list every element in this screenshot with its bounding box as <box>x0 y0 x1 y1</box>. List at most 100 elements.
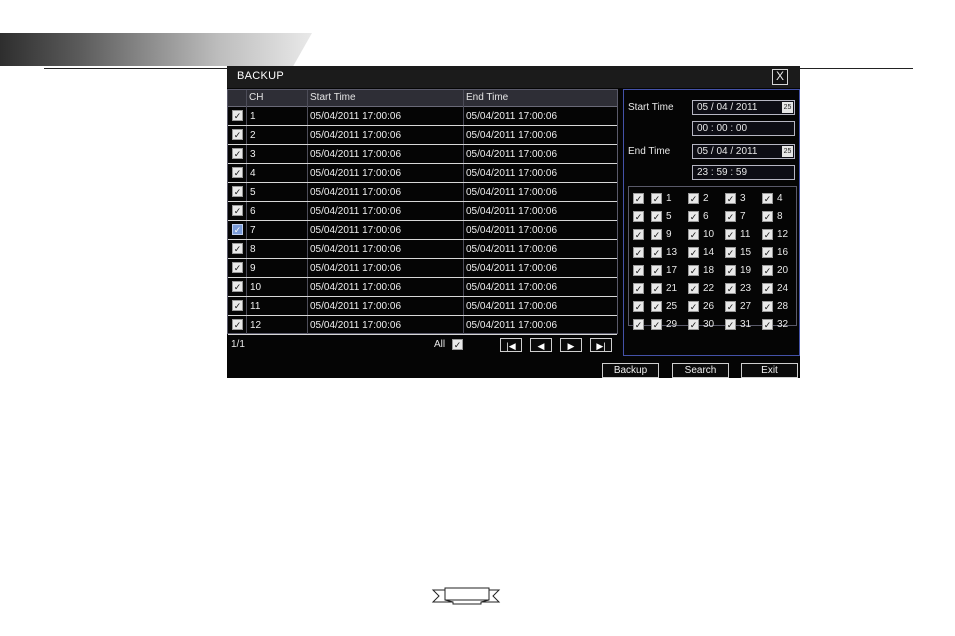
channel-checkbox[interactable]: ✓ <box>651 247 662 258</box>
end-time-label: End Time <box>628 146 671 157</box>
channel-checkbox[interactable]: ✓ <box>651 193 662 204</box>
channel-checkbox[interactable]: ✓ <box>725 247 736 258</box>
column-header-end-time[interactable]: End Time <box>466 92 508 103</box>
row-end-time: 05/04/2011 17:00:06 <box>466 263 558 274</box>
table-row[interactable]: ✓ 5 05/04/2011 17:00:06 05/04/2011 17:00:06 <box>228 183 617 202</box>
end-time-field[interactable]: 23 : 59 : 59 <box>692 165 795 180</box>
table-row[interactable]: ✓ 12 05/04/2011 17:00:06 05/04/2011 17:00:0… <box>228 316 617 335</box>
channel-number: 32 <box>777 319 789 330</box>
channel-checkbox[interactable]: ✓ <box>762 211 773 222</box>
table-row[interactable]: ✓ 6 05/04/2011 17:00:06 05/04/2011 17:00:06 <box>228 202 617 221</box>
row-checkbox[interactable]: ✓ <box>232 110 243 121</box>
table-row[interactable]: ✓ 4 05/04/2011 17:00:06 05/04/2011 17:00:06 <box>228 164 617 183</box>
search-button[interactable]: Search <box>672 363 729 378</box>
channel-checkbox[interactable]: ✓ <box>762 193 773 204</box>
channel-checkbox[interactable]: ✓ <box>688 301 699 312</box>
row-checkbox[interactable]: ✓ <box>232 129 243 140</box>
start-time-field[interactable]: 00 : 00 : 00 <box>692 121 795 136</box>
row-start-time: 05/04/2011 17:00:06 <box>310 301 402 312</box>
channel-checkbox[interactable]: ✓ <box>725 229 736 240</box>
table-body: ✓ 1 05/04/2011 17:00:06 05/04/2011 17:00:06… <box>228 107 617 335</box>
channel-checkbox[interactable]: ✓ <box>762 229 773 240</box>
first-page-button[interactable]: |◀ <box>500 338 522 352</box>
backup-button[interactable]: Backup <box>602 363 659 378</box>
last-page-button[interactable]: ▶| <box>590 338 612 352</box>
channel-checkbox[interactable]: ✓ <box>762 301 773 312</box>
channel-checkbox[interactable]: ✓ <box>651 211 662 222</box>
table-row[interactable]: ✓ 7 05/04/2011 17:00:06 05/04/2011 17:00:06 <box>228 221 617 240</box>
channel-checkbox[interactable]: ✓ <box>725 301 736 312</box>
row-start-time: 05/04/2011 17:00:06 <box>310 225 402 236</box>
row-end-time: 05/04/2011 17:00:06 <box>466 149 558 160</box>
row-end-time: 05/04/2011 17:00:06 <box>466 187 558 198</box>
channel-checkbox[interactable]: ✓ <box>651 229 662 240</box>
channel-checkbox[interactable]: ✓ <box>651 319 662 330</box>
row-channel: 10 <box>250 282 262 293</box>
channel-number: 21 <box>666 283 678 294</box>
table-row[interactable]: ✓ 8 05/04/2011 17:00:06 05/04/2011 17:00:06 <box>228 240 617 259</box>
channel-number: 6 <box>703 211 709 222</box>
table-row[interactable]: ✓ 3 05/04/2011 17:00:06 05/04/2011 17:00:06 <box>228 145 617 164</box>
calendar-icon[interactable]: 25 <box>782 146 793 157</box>
calendar-icon[interactable]: 25 <box>782 102 793 113</box>
close-button[interactable]: X <box>772 69 788 85</box>
channel-row-checkbox[interactable]: ✓ <box>633 211 644 222</box>
channel-checkbox[interactable]: ✓ <box>725 283 736 294</box>
row-checkbox[interactable]: ✓ <box>232 319 243 330</box>
row-checkbox[interactable]: ✓ <box>232 148 243 159</box>
channel-checkbox[interactable]: ✓ <box>725 319 736 330</box>
channel-checkbox[interactable]: ✓ <box>725 211 736 222</box>
table-row[interactable]: ✓ 1 05/04/2011 17:00:06 05/04/2011 17:00:06 <box>228 107 617 126</box>
channel-checkbox[interactable]: ✓ <box>688 265 699 276</box>
channel-row-checkbox[interactable]: ✓ <box>633 247 644 258</box>
row-checkbox[interactable]: ✓ <box>232 186 243 197</box>
channel-checkbox[interactable]: ✓ <box>762 283 773 294</box>
table-row[interactable]: ✓ 11 05/04/2011 17:00:06 05/04/2011 17:00:0… <box>228 297 617 316</box>
channel-checkbox[interactable]: ✓ <box>688 247 699 258</box>
table-row[interactable]: ✓ 2 05/04/2011 17:00:06 05/04/2011 17:00:06 <box>228 126 617 145</box>
end-date-field[interactable]: 05 / 04 / 2011 25 <box>692 144 795 159</box>
row-checkbox[interactable]: ✓ <box>232 281 243 292</box>
column-header-start-time[interactable]: Start Time <box>310 92 356 103</box>
channel-checkbox[interactable]: ✓ <box>725 193 736 204</box>
row-end-time: 05/04/2011 17:00:06 <box>466 130 558 141</box>
channel-checkbox[interactable]: ✓ <box>651 301 662 312</box>
select-all-checkbox[interactable]: ✓ <box>452 339 463 350</box>
ribbon-icon <box>431 587 501 605</box>
row-checkbox[interactable]: ✓ <box>232 205 243 216</box>
row-checkbox[interactable]: ✓ <box>232 243 243 254</box>
channel-checkbox[interactable]: ✓ <box>651 283 662 294</box>
exit-button[interactable]: Exit <box>741 363 798 378</box>
channel-row-checkbox[interactable]: ✓ <box>633 301 644 312</box>
page-indicator: 1/1 <box>231 339 245 350</box>
channel-row-checkbox[interactable]: ✓ <box>633 283 644 294</box>
row-checkbox[interactable]: ✓ <box>232 262 243 273</box>
channel-checkbox[interactable]: ✓ <box>651 265 662 276</box>
channel-checkbox[interactable]: ✓ <box>762 265 773 276</box>
channel-checkbox[interactable]: ✓ <box>762 247 773 258</box>
channel-checkbox[interactable]: ✓ <box>688 193 699 204</box>
channel-row-checkbox[interactable]: ✓ <box>633 193 644 204</box>
channel-checkbox[interactable]: ✓ <box>762 319 773 330</box>
channel-checkbox[interactable]: ✓ <box>688 211 699 222</box>
prev-page-button[interactable]: ◀ <box>530 338 552 352</box>
channel-checkbox[interactable]: ✓ <box>688 229 699 240</box>
start-date-field[interactable]: 05 / 04 / 2011 25 <box>692 100 795 115</box>
row-channel: 11 <box>250 301 261 312</box>
table-row[interactable]: ✓ 9 05/04/2011 17:00:06 05/04/2011 17:00:06 <box>228 259 617 278</box>
column-header-ch[interactable]: CH <box>249 92 263 103</box>
channel-row-checkbox[interactable]: ✓ <box>633 319 644 330</box>
channel-checkbox[interactable]: ✓ <box>688 283 699 294</box>
next-page-button[interactable]: ▶ <box>560 338 582 352</box>
row-checkbox[interactable]: ✓ <box>232 300 243 311</box>
row-channel: 6 <box>250 206 256 217</box>
table-row[interactable]: ✓ 10 05/04/2011 17:00:06 05/04/2011 17:00:0… <box>228 278 617 297</box>
table-header: CH Start Time End Time <box>228 90 617 107</box>
channel-row-checkbox[interactable]: ✓ <box>633 265 644 276</box>
channel-checkbox[interactable]: ✓ <box>725 265 736 276</box>
row-checkbox[interactable]: ✓ <box>232 167 243 178</box>
channel-row-checkbox[interactable]: ✓ <box>633 229 644 240</box>
row-checkbox[interactable]: ✓ <box>232 224 243 235</box>
search-panel: Start Time 05 / 04 / 2011 25 00 : 00 : 0… <box>623 89 800 356</box>
channel-checkbox[interactable]: ✓ <box>688 319 699 330</box>
